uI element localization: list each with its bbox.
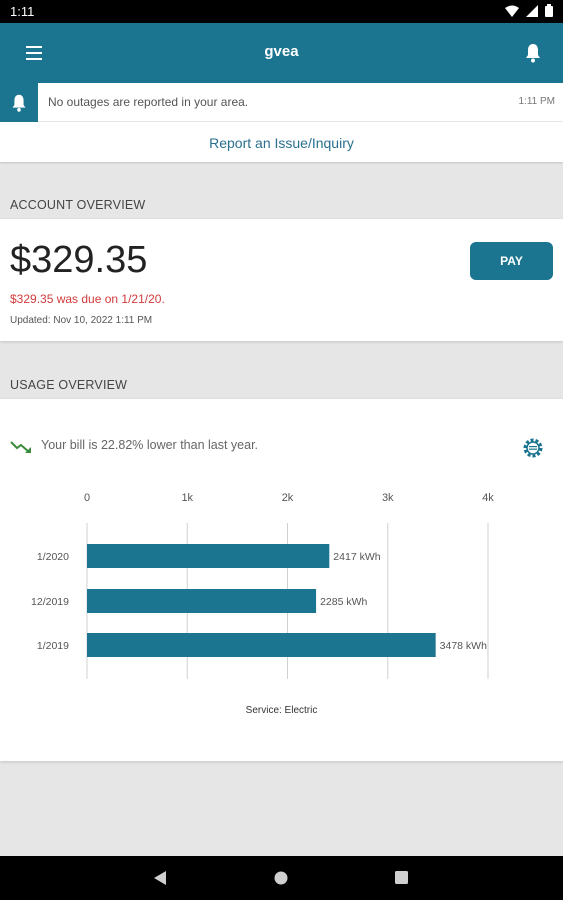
chart-data-label: 2417 kWh — [333, 551, 380, 563]
chart-category-label: 12/2019 — [31, 596, 69, 608]
chart-bar — [87, 544, 330, 568]
chart-bar — [87, 633, 436, 657]
chart-data-label: 2285 kWh — [320, 596, 367, 608]
wifi-icon — [505, 5, 519, 17]
pay-button[interactable]: PAY — [470, 242, 553, 280]
battery-icon — [545, 4, 553, 17]
usage-overview-heading: USAGE OVERVIEW — [10, 378, 128, 392]
usage-bar-chart: 0 1k 2k 3k 4k 1/2020 2417 kWh 12/2019 2285 kWh 1/… — [31, 492, 494, 679]
alert-time: 1:11 PM — [518, 96, 556, 107]
system-nav-bar — [0, 856, 563, 900]
status-icons — [505, 4, 553, 17]
app-title: gvea — [264, 43, 299, 60]
balance-amount: $329.35 — [10, 239, 148, 281]
status-bar: 1:11 — [0, 0, 563, 23]
updated-timestamp: Updated: Nov 10, 2022 1:11 PM — [10, 315, 153, 326]
cell-signal-icon — [526, 4, 538, 17]
account-overview-heading: ACCOUNT OVERVIEW — [10, 198, 146, 212]
home-icon[interactable] — [274, 871, 288, 885]
recents-icon[interactable] — [395, 871, 408, 884]
account-overview-card: $329.35 $329.35 was due on 1/21/20. Upda… — [0, 219, 563, 341]
chart-category-label: 1/2019 — [37, 640, 69, 652]
due-notice: $329.35 was due on 1/21/20. — [10, 292, 165, 306]
app-bar: gvea — [0, 23, 563, 83]
outage-alert: No outages are reported in your area. 1:… — [0, 83, 563, 122]
chart-x-tick-label: 2k — [282, 492, 294, 504]
alert-bell-icon — [0, 83, 38, 122]
alert-card: No outages are reported in your area. 1:… — [0, 83, 563, 162]
service-label: Service: Electric — [245, 705, 318, 716]
alert-message: No outages are reported in your area. — [48, 95, 249, 109]
chart-x-tick-label: 0 — [84, 492, 90, 504]
status-time: 1:11 — [10, 4, 35, 19]
back-icon[interactable] — [153, 870, 167, 886]
notifications-bell-icon[interactable] — [521, 41, 545, 65]
trending-down-icon — [10, 441, 31, 453]
usage-overview-card: Your bill is 22.82% lower than last year… — [0, 399, 563, 761]
chart-x-tick-label: 3k — [382, 492, 394, 504]
chart-x-tick-label: 4k — [482, 492, 494, 504]
chart-x-tick-label: 1k — [181, 492, 193, 504]
report-issue-link[interactable]: Report an Issue/Inquiry — [0, 135, 563, 151]
usage-settings-icon[interactable] — [521, 436, 545, 460]
chart-data-label: 3478 kWh — [440, 640, 487, 652]
usage-comparison-text: Your bill is 22.82% lower than last year… — [41, 438, 259, 452]
chart-bar — [87, 589, 317, 613]
chart-category-label: 1/2020 — [37, 551, 69, 563]
